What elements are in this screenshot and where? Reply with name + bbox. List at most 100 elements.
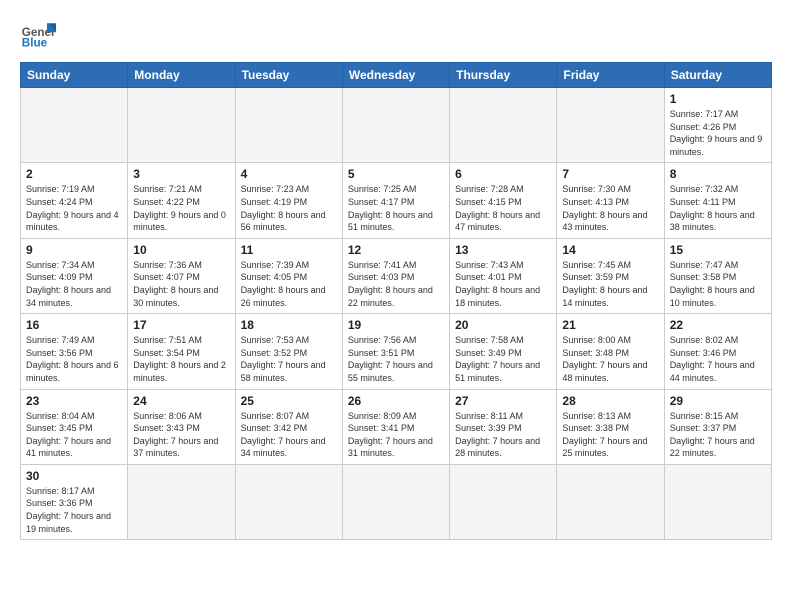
- day-number: 8: [670, 167, 766, 181]
- calendar-cell: [128, 464, 235, 539]
- day-number: 10: [133, 243, 229, 257]
- day-number: 27: [455, 394, 551, 408]
- page: General Blue SundayMondayTuesdayWednesda…: [0, 0, 792, 556]
- calendar-cell: 30 Sunrise: 8:17 AMSunset: 3:36 PMDayligh…: [21, 464, 128, 539]
- calendar-cell: 8 Sunrise: 7:32 AMSunset: 4:11 PMDaylight…: [664, 163, 771, 238]
- calendar-cell: 15 Sunrise: 7:47 AMSunset: 3:58 PMDayligh…: [664, 238, 771, 313]
- day-number: 25: [241, 394, 337, 408]
- calendar-cell: 5Sunrise: 7:25 AMSunset: 4:17 PMDaylight…: [342, 163, 449, 238]
- calendar-cell: 24 Sunrise: 8:06 AMSunset: 3:43 PMDayligh…: [128, 389, 235, 464]
- day-info: Sunrise: 7:39 AMSunset: 4:05 PMDaylight:…: [241, 259, 337, 309]
- weekday-header-tuesday: Tuesday: [235, 63, 342, 88]
- weekday-header-saturday: Saturday: [664, 63, 771, 88]
- day-number: 13: [455, 243, 551, 257]
- calendar-cell: [664, 464, 771, 539]
- day-number: 4: [241, 167, 337, 181]
- day-info: Sunrise: 7:43 AMSunset: 4:01 PMDaylight:…: [455, 259, 551, 309]
- day-number: 19: [348, 318, 444, 332]
- calendar-week-2: 9Sunrise: 7:34 AMSunset: 4:09 PMDaylight…: [21, 238, 772, 313]
- day-number: 3: [133, 167, 229, 181]
- day-info: Sunrise: 7:51 AMSunset: 3:54 PMDaylight:…: [133, 334, 229, 384]
- day-info: Sunrise: 8:07 AMSunset: 3:42 PMDaylight:…: [241, 410, 337, 460]
- calendar-cell: 23 Sunrise: 8:04 AMSunset: 3:45 PMDayligh…: [21, 389, 128, 464]
- day-number: 15: [670, 243, 766, 257]
- calendar-cell: [557, 464, 664, 539]
- calendar-cell: 27 Sunrise: 8:11 AMSunset: 3:39 PMDayligh…: [450, 389, 557, 464]
- day-info: Sunrise: 8:02 AMSunset: 3:46 PMDaylight:…: [670, 334, 766, 384]
- day-number: 28: [562, 394, 658, 408]
- weekday-header-friday: Friday: [557, 63, 664, 88]
- calendar-cell: 12 Sunrise: 7:41 AMSunset: 4:03 PMDayligh…: [342, 238, 449, 313]
- day-number: 23: [26, 394, 122, 408]
- calendar-cell: 20Sunrise: 7:58 AMSunset: 3:49 PMDayligh…: [450, 314, 557, 389]
- calendar: SundayMondayTuesdayWednesdayThursdayFrid…: [20, 62, 772, 540]
- weekday-header-row: SundayMondayTuesdayWednesdayThursdayFrid…: [21, 63, 772, 88]
- weekday-header-thursday: Thursday: [450, 63, 557, 88]
- day-info: Sunrise: 7:49 AMSunset: 3:56 PMDaylight:…: [26, 334, 122, 384]
- calendar-cell: 10Sunrise: 7:36 AMSunset: 4:07 PMDayligh…: [128, 238, 235, 313]
- day-number: 6: [455, 167, 551, 181]
- day-info: Sunrise: 7:21 AMSunset: 4:22 PMDaylight:…: [133, 183, 229, 233]
- calendar-cell: [450, 464, 557, 539]
- day-number: 29: [670, 394, 766, 408]
- day-number: 1: [670, 92, 766, 106]
- calendar-cell: 2 Sunrise: 7:19 AMSunset: 4:24 PMDaylight…: [21, 163, 128, 238]
- day-info: Sunrise: 7:53 AMSunset: 3:52 PMDaylight:…: [241, 334, 337, 384]
- day-info: Sunrise: 8:17 AMSunset: 3:36 PMDaylight:…: [26, 485, 122, 535]
- day-number: 14: [562, 243, 658, 257]
- day-number: 9: [26, 243, 122, 257]
- calendar-cell: [450, 88, 557, 163]
- day-number: 17: [133, 318, 229, 332]
- calendar-cell: [342, 464, 449, 539]
- day-info: Sunrise: 8:06 AMSunset: 3:43 PMDaylight:…: [133, 410, 229, 460]
- calendar-week-3: 16 Sunrise: 7:49 AMSunset: 3:56 PMDayligh…: [21, 314, 772, 389]
- calendar-cell: 18Sunrise: 7:53 AMSunset: 3:52 PMDayligh…: [235, 314, 342, 389]
- day-info: Sunrise: 7:41 AMSunset: 4:03 PMDaylight:…: [348, 259, 444, 309]
- day-number: 7: [562, 167, 658, 181]
- calendar-cell: 11 Sunrise: 7:39 AMSunset: 4:05 PMDayligh…: [235, 238, 342, 313]
- calendar-cell: [342, 88, 449, 163]
- calendar-week-4: 23 Sunrise: 8:04 AMSunset: 3:45 PMDayligh…: [21, 389, 772, 464]
- day-info: Sunrise: 8:04 AMSunset: 3:45 PMDaylight:…: [26, 410, 122, 460]
- calendar-cell: 14Sunrise: 7:45 AMSunset: 3:59 PMDayligh…: [557, 238, 664, 313]
- day-info: Sunrise: 8:00 AMSunset: 3:48 PMDaylight:…: [562, 334, 658, 384]
- day-info: Sunrise: 7:19 AMSunset: 4:24 PMDaylight:…: [26, 183, 122, 233]
- calendar-cell: [235, 464, 342, 539]
- calendar-cell: 4Sunrise: 7:23 AMSunset: 4:19 PMDaylight…: [235, 163, 342, 238]
- calendar-week-5: 30 Sunrise: 8:17 AMSunset: 3:36 PMDayligh…: [21, 464, 772, 539]
- day-number: 11: [241, 243, 337, 257]
- logo: General Blue: [20, 16, 56, 52]
- day-info: Sunrise: 7:47 AMSunset: 3:58 PMDaylight:…: [670, 259, 766, 309]
- calendar-cell: 29Sunrise: 8:15 AMSunset: 3:37 PMDayligh…: [664, 389, 771, 464]
- day-number: 16: [26, 318, 122, 332]
- day-info: Sunrise: 7:28 AMSunset: 4:15 PMDaylight:…: [455, 183, 551, 233]
- day-number: 30: [26, 469, 122, 483]
- day-info: Sunrise: 8:09 AMSunset: 3:41 PMDaylight:…: [348, 410, 444, 460]
- day-number: 21: [562, 318, 658, 332]
- calendar-cell: 6 Sunrise: 7:28 AMSunset: 4:15 PMDaylight…: [450, 163, 557, 238]
- calendar-cell: 9Sunrise: 7:34 AMSunset: 4:09 PMDaylight…: [21, 238, 128, 313]
- calendar-cell: [557, 88, 664, 163]
- calendar-cell: 3 Sunrise: 7:21 AMSunset: 4:22 PMDaylight…: [128, 163, 235, 238]
- svg-text:Blue: Blue: [22, 37, 48, 50]
- day-number: 22: [670, 318, 766, 332]
- day-info: Sunrise: 7:30 AMSunset: 4:13 PMDaylight:…: [562, 183, 658, 233]
- calendar-cell: 13 Sunrise: 7:43 AMSunset: 4:01 PMDayligh…: [450, 238, 557, 313]
- calendar-cell: 25 Sunrise: 8:07 AMSunset: 3:42 PMDayligh…: [235, 389, 342, 464]
- day-info: Sunrise: 8:11 AMSunset: 3:39 PMDaylight:…: [455, 410, 551, 460]
- day-info: Sunrise: 7:32 AMSunset: 4:11 PMDaylight:…: [670, 183, 766, 233]
- calendar-cell: 22 Sunrise: 8:02 AMSunset: 3:46 PMDayligh…: [664, 314, 771, 389]
- weekday-header-monday: Monday: [128, 63, 235, 88]
- day-info: Sunrise: 7:56 AMSunset: 3:51 PMDaylight:…: [348, 334, 444, 384]
- calendar-cell: 7 Sunrise: 7:30 AMSunset: 4:13 PMDaylight…: [557, 163, 664, 238]
- day-info: Sunrise: 7:17 AMSunset: 4:26 PMDaylight:…: [670, 108, 766, 158]
- calendar-cell: [128, 88, 235, 163]
- day-number: 12: [348, 243, 444, 257]
- calendar-cell: 19 Sunrise: 7:56 AMSunset: 3:51 PMDayligh…: [342, 314, 449, 389]
- day-number: 24: [133, 394, 229, 408]
- calendar-cell: 16 Sunrise: 7:49 AMSunset: 3:56 PMDayligh…: [21, 314, 128, 389]
- calendar-cell: 26Sunrise: 8:09 AMSunset: 3:41 PMDayligh…: [342, 389, 449, 464]
- calendar-cell: [235, 88, 342, 163]
- day-number: 5: [348, 167, 444, 181]
- day-number: 2: [26, 167, 122, 181]
